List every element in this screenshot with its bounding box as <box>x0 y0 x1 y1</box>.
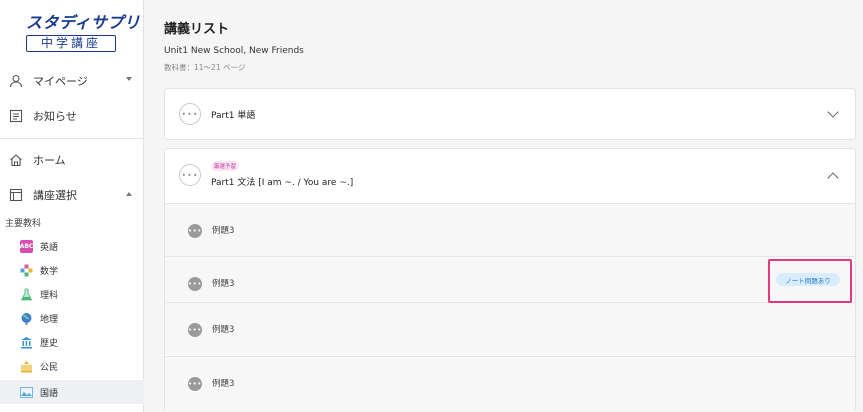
preview-badge: 厳選予習 <box>211 161 240 171</box>
more-dots-icon: ••• <box>188 224 202 238</box>
example-label: 例題3 <box>212 379 235 389</box>
more-dots-icon: ••• <box>179 164 201 186</box>
history-icon <box>20 336 33 349</box>
chevron-down-icon[interactable] <box>827 106 839 118</box>
example-row[interactable]: ••• 例題3 <box>165 302 855 355</box>
example-label: 例題3 <box>212 325 235 335</box>
note-badge[interactable]: ノート問題あり <box>776 273 840 286</box>
example-row[interactable]: ••• 例題3 <box>165 203 855 256</box>
unit-title: Unit1 New School, New Friends <box>164 46 304 56</box>
home-icon <box>8 153 23 168</box>
subject-label: 地理 <box>40 314 59 325</box>
part-header[interactable]: ••• Part1 単語 <box>165 89 855 139</box>
chevron-up-icon[interactable] <box>827 172 839 184</box>
subject-label: 数学 <box>40 266 59 277</box>
subject-label: 公民 <box>40 362 59 373</box>
civics-icon <box>20 360 33 373</box>
subject-label: 英語 <box>40 242 59 253</box>
page-title: 講義リスト <box>164 22 230 37</box>
nav-label: 講座選択 <box>33 189 77 202</box>
example-label: 例題3 <box>212 226 235 236</box>
subject-label: 歴史 <box>40 338 59 349</box>
subject-math[interactable]: 数学 <box>0 258 144 282</box>
more-dots-icon: ••• <box>188 277 202 291</box>
more-dots-icon: ••• <box>179 103 201 125</box>
subject-history[interactable]: 歴史 <box>0 330 144 354</box>
part-card: ••• Part1 単語 <box>164 88 856 140</box>
course-select-icon <box>8 188 23 203</box>
subject-japanese[interactable]: 国語 <box>0 380 144 404</box>
nav-label: マイページ <box>33 75 88 88</box>
part-card: ••• 厳選予習 Part1 文法 [I am ~. / You are ~.]… <box>164 148 856 411</box>
example-row[interactable]: ••• 例題3 <box>165 356 855 411</box>
chevron-up-icon <box>126 192 132 196</box>
subject-civics[interactable]: 公民 <box>0 354 144 378</box>
part-header[interactable]: ••• 厳選予習 Part1 文法 [I am ~. / You are ~.] <box>165 149 855 203</box>
nav-label: お知らせ <box>33 110 77 123</box>
science-icon <box>20 288 33 301</box>
example-label: 例題3 <box>212 279 235 289</box>
nav-item-mypage[interactable]: マイページ <box>0 63 144 99</box>
subject-label: 国語 <box>40 388 59 399</box>
part-title: Part1 単語 <box>211 111 256 121</box>
math-icon <box>20 264 33 277</box>
nav-label: ホーム <box>33 154 66 167</box>
divider <box>0 138 144 139</box>
english-icon: ABC <box>20 239 33 253</box>
part-title: Part1 文法 [I am ~. / You are ~.] <box>211 178 354 188</box>
sidebar: スタディサプリ 中学講座 マイページ お知らせ ホーム 講座選択 主要教科 AB… <box>0 0 144 412</box>
more-dots-icon: ••• <box>188 377 202 391</box>
user-icon <box>8 74 23 89</box>
logo[interactable]: スタディサプリ 中学講座 <box>26 13 141 52</box>
subject-english[interactable]: ABC 英語 <box>0 234 144 258</box>
logo-sub-text: 中学講座 <box>26 35 116 52</box>
japanese-icon <box>20 386 33 399</box>
nav-item-course-select[interactable]: 講座選択 <box>0 177 144 213</box>
geography-icon <box>20 312 33 325</box>
subject-label: 理科 <box>40 290 59 301</box>
news-icon <box>8 109 23 124</box>
nav-item-news[interactable]: お知らせ <box>0 98 144 134</box>
section-label: 主要教科 <box>5 219 42 229</box>
logo-main-text: スタディサプリ <box>26 13 141 32</box>
subject-science[interactable]: 理科 <box>0 282 144 306</box>
chevron-down-icon <box>126 77 132 81</box>
more-dots-icon: ••• <box>188 323 202 337</box>
textbook-pages: 教科書：11〜21 ページ <box>164 63 246 72</box>
subject-geography[interactable]: 地理 <box>0 306 144 330</box>
nav-item-home[interactable]: ホーム <box>0 142 144 178</box>
